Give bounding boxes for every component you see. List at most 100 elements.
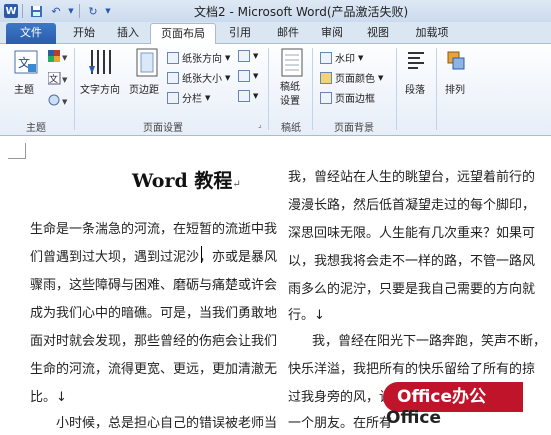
dialog-launcher-icon[interactable]: ⌟ xyxy=(258,120,262,129)
left-line: 们曾遇到过大坝，遇到过泥沙，亦或是暴风 xyxy=(30,250,278,265)
theme-group-label: 主题 xyxy=(26,123,46,134)
hyphenation-icon xyxy=(238,90,250,102)
paragraph-icon[interactable] xyxy=(406,50,426,75)
theme-fonts-icon[interactable]: 文 ▼ xyxy=(47,71,68,89)
size-label: 纸张大小 xyxy=(182,74,222,85)
group-separator xyxy=(74,48,75,130)
quick-access-toolbar: W ↶ ▼ ↻ ▼ xyxy=(4,2,112,20)
page-color-button[interactable]: 页面颜色 ▼ xyxy=(320,70,383,85)
right-line: 漫漫长路，然后低首凝望走过的每个脚印， xyxy=(288,198,536,213)
right-line: 一个朋友。在所有 xyxy=(288,416,393,431)
customize-qat-icon[interactable]: ▼ xyxy=(104,2,112,20)
undo-dropdown-icon[interactable]: ▼ xyxy=(67,2,75,20)
right-line: 深思回味无限。人生能有几次重来？如果可 xyxy=(288,226,536,241)
document-title-text: Word 教程 xyxy=(132,170,233,192)
chevron-down-icon: ▼ xyxy=(253,92,259,100)
draft-group-label: 稿纸 xyxy=(281,123,301,134)
right-line: 我，曾经站在人生的眺望台，远望着前行的 xyxy=(288,170,536,185)
group-separator xyxy=(436,48,437,130)
tab-file[interactable]: 文件 xyxy=(6,23,56,44)
draft-settings-label[interactable]: 稿纸 设置 xyxy=(280,81,300,109)
svg-text:▼: ▼ xyxy=(62,54,68,62)
watermark-icon xyxy=(320,51,332,64)
right-line: 快乐洋溢，我把所有的快乐留给了所有的掠 xyxy=(288,362,536,377)
group-separator xyxy=(396,48,397,130)
word-logo-icon: W xyxy=(4,4,18,18)
chevron-down-icon: ▼ xyxy=(205,93,211,102)
line-numbers-icon xyxy=(238,70,250,82)
text-cursor xyxy=(201,246,202,263)
undo-icon[interactable]: ↶ xyxy=(47,2,65,20)
left-line: 生命是一条湍急的河流，在短暂的流逝中我 xyxy=(30,222,278,237)
chevron-down-icon: ▼ xyxy=(358,53,364,62)
chevron-down-icon: ▼ xyxy=(225,73,231,82)
themes-button-label[interactable]: 主题 xyxy=(14,81,34,96)
line-numbers-button[interactable]: ▼ xyxy=(238,70,258,82)
document-title: Word 教程↵ xyxy=(132,166,241,193)
theme-colors-icon[interactable]: ▼ xyxy=(48,50,68,67)
title-bar: W ↶ ▼ ↻ ▼ 文档2 - Microsoft Word(产品激活失败) xyxy=(0,0,551,22)
chevron-down-icon: ▼ xyxy=(378,73,384,82)
size-button[interactable]: 纸张大小 ▼ xyxy=(167,70,230,85)
tab-insert[interactable]: 插入 xyxy=(110,23,146,44)
repeat-icon[interactable]: ↻ xyxy=(84,2,102,20)
left-line: 生命的河流，流得更宽、更远，更加清澈无 xyxy=(30,362,278,377)
theme-effects-icon[interactable]: ▼ xyxy=(48,94,68,111)
site-watermark-text: Office xyxy=(386,408,442,428)
chevron-down-icon: ▼ xyxy=(225,53,231,62)
columns-label: 分栏 xyxy=(182,94,202,105)
tab-home[interactable]: 开始 xyxy=(66,23,102,44)
text-direction-label[interactable]: 文字方向 xyxy=(80,81,120,96)
paper-size-icon xyxy=(167,71,179,84)
margins-label[interactable]: 页边距 xyxy=(129,81,159,96)
orientation-label: 纸张方向 xyxy=(182,54,222,65)
themes-icon[interactable]: 文 xyxy=(14,50,38,77)
tab-addins[interactable]: 加载项 xyxy=(410,23,454,44)
left-line: 比。↓ xyxy=(30,390,67,405)
tab-mailings[interactable]: 邮件 xyxy=(270,23,306,44)
arrange-icon[interactable] xyxy=(446,50,466,75)
qat-separator xyxy=(79,4,80,18)
columns-icon xyxy=(167,91,179,104)
margin-marker xyxy=(8,143,26,159)
svg-text:▼: ▼ xyxy=(62,76,68,84)
text-direction-icon[interactable] xyxy=(88,48,114,81)
left-line: 成为我们心中的暗礁。可是，当我们勇敢地 xyxy=(30,306,278,321)
hyphenation-button[interactable]: ▼ xyxy=(238,90,258,102)
page-color-icon xyxy=(320,71,332,84)
group-separator xyxy=(312,48,313,130)
svg-text:▼: ▼ xyxy=(62,98,68,106)
paragraph-label[interactable]: 段落 xyxy=(405,81,425,96)
draft-paper-icon[interactable] xyxy=(281,48,303,81)
chevron-down-icon: ▼ xyxy=(253,52,259,60)
tab-page-layout[interactable]: 页面布局 xyxy=(150,23,216,45)
page-bg-group-label: 页面背景 xyxy=(334,123,374,134)
margins-icon[interactable] xyxy=(136,48,158,81)
right-line: 以，我想我将会走不一样的路，不管一路风 xyxy=(288,254,536,269)
watermark-button[interactable]: 水印 ▼ xyxy=(320,50,363,65)
ribbon-tabs: 文件 开始 插入 页面布局 引用 邮件 审阅 视图 加载项 xyxy=(0,22,551,45)
right-line: 雨多么的泥泞，只要是我自己需要的方向就 xyxy=(288,282,536,297)
breaks-icon xyxy=(238,50,250,62)
page-color-label: 页面颜色 xyxy=(335,74,375,85)
page-setup-group-label: 页面设置 xyxy=(143,123,183,134)
watermark-label: 水印 xyxy=(335,54,355,65)
arrange-label[interactable]: 排列 xyxy=(445,81,465,96)
paragraph-mark: ↵ xyxy=(232,179,241,190)
tab-references[interactable]: 引用 xyxy=(222,23,258,44)
tab-view[interactable]: 视图 xyxy=(360,23,396,44)
svg-text:文: 文 xyxy=(49,73,58,85)
tab-review[interactable]: 审阅 xyxy=(314,23,350,44)
orientation-button[interactable]: 纸张方向 ▼ xyxy=(167,50,230,65)
right-line: 我，曾经在阳光下一路奔跑，笑声不断， xyxy=(312,334,547,349)
breaks-button[interactable]: ▼ xyxy=(238,50,258,62)
columns-button[interactable]: 分栏 ▼ xyxy=(167,90,210,105)
left-line: 面对时就会发现，那些曾经的伤疤会让我们 xyxy=(30,334,278,349)
left-line: 骤雨，这些障碍与困难、磨砺与痛楚或许会 xyxy=(30,278,278,293)
left-line: 小时候，总是担心自己的错误被老师当 xyxy=(56,416,278,431)
group-separator xyxy=(268,48,269,130)
save-icon[interactable] xyxy=(27,2,45,20)
page-border-button[interactable]: 页面边框 xyxy=(320,90,375,105)
right-line: 过我身旁的风，让 xyxy=(288,390,393,405)
window-title: 文档2 - Microsoft Word(产品激活失败) xyxy=(194,5,409,19)
